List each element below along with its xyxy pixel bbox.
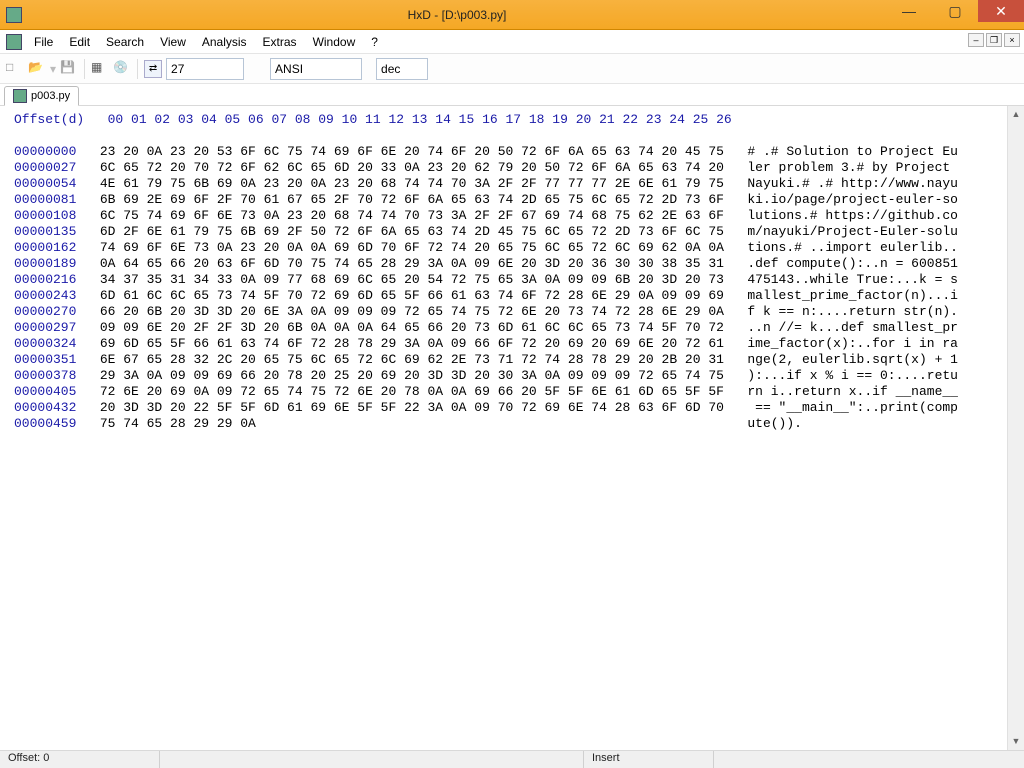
menu-search[interactable]: Search [98, 33, 152, 51]
encoding-select[interactable] [270, 58, 362, 80]
open-file-icon[interactable] [28, 60, 46, 78]
number-base-select[interactable] [376, 58, 428, 80]
file-tab[interactable]: p003.py [4, 86, 79, 106]
scroll-down-icon[interactable]: ▼ [1008, 733, 1024, 750]
window-title: HxD - [D:\p003.py] [28, 8, 886, 22]
new-file-icon[interactable] [6, 60, 24, 78]
window-buttons: — ▢ ✕ [886, 0, 1024, 29]
menu-edit[interactable]: Edit [61, 33, 98, 51]
doc-icon [6, 34, 22, 50]
mdi-restore-button[interactable]: ❐ [986, 33, 1002, 47]
menu-view[interactable]: View [152, 33, 194, 51]
ram-icon[interactable] [91, 60, 109, 78]
menu-extras[interactable]: Extras [255, 33, 305, 51]
save-file-icon[interactable] [60, 60, 78, 78]
file-tab-label: p003.py [31, 90, 70, 102]
toolbar-separator [137, 59, 138, 79]
menu-window[interactable]: Window [305, 33, 364, 51]
mdi-buttons: – ❐ × [968, 33, 1020, 47]
maximize-button[interactable]: ▢ [932, 0, 978, 22]
app-icon [6, 7, 22, 23]
mdi-close-button[interactable]: × [1004, 33, 1020, 47]
minimize-button[interactable]: — [886, 0, 932, 22]
mdi-minimize-button[interactable]: – [968, 33, 984, 47]
close-button[interactable]: ✕ [978, 0, 1024, 22]
hex-view[interactable]: Offset(d) 00 01 02 03 04 05 06 07 08 09 … [0, 106, 1024, 438]
tab-strip: p003.py [0, 84, 1024, 106]
status-offset: Offset: 0 [0, 751, 160, 768]
toolbar-separator [84, 59, 85, 79]
menu-analysis[interactable]: Analysis [194, 33, 255, 51]
scroll-up-icon[interactable]: ▲ [1008, 106, 1024, 123]
status-spacer [160, 751, 584, 768]
bytes-per-row-input[interactable] [166, 58, 244, 80]
vertical-scrollbar[interactable]: ▲ ▼ [1007, 106, 1024, 750]
disk-icon[interactable] [113, 60, 131, 78]
status-mode: Insert [584, 751, 714, 768]
title-bar: HxD - [D:\p003.py] — ▢ ✕ [0, 0, 1024, 30]
menu-bar: File Edit Search View Analysis Extras Wi… [0, 30, 1024, 54]
status-bar: Offset: 0 Insert [0, 750, 1024, 768]
menu-file[interactable]: File [26, 33, 61, 51]
toolbar: ▾ ⇄ [0, 54, 1024, 84]
columns-arrows-icon[interactable]: ⇄ [144, 60, 162, 78]
menu-help[interactable]: ? [363, 33, 386, 51]
file-icon [13, 89, 27, 103]
hex-editor[interactable]: Offset(d) 00 01 02 03 04 05 06 07 08 09 … [0, 106, 1024, 750]
